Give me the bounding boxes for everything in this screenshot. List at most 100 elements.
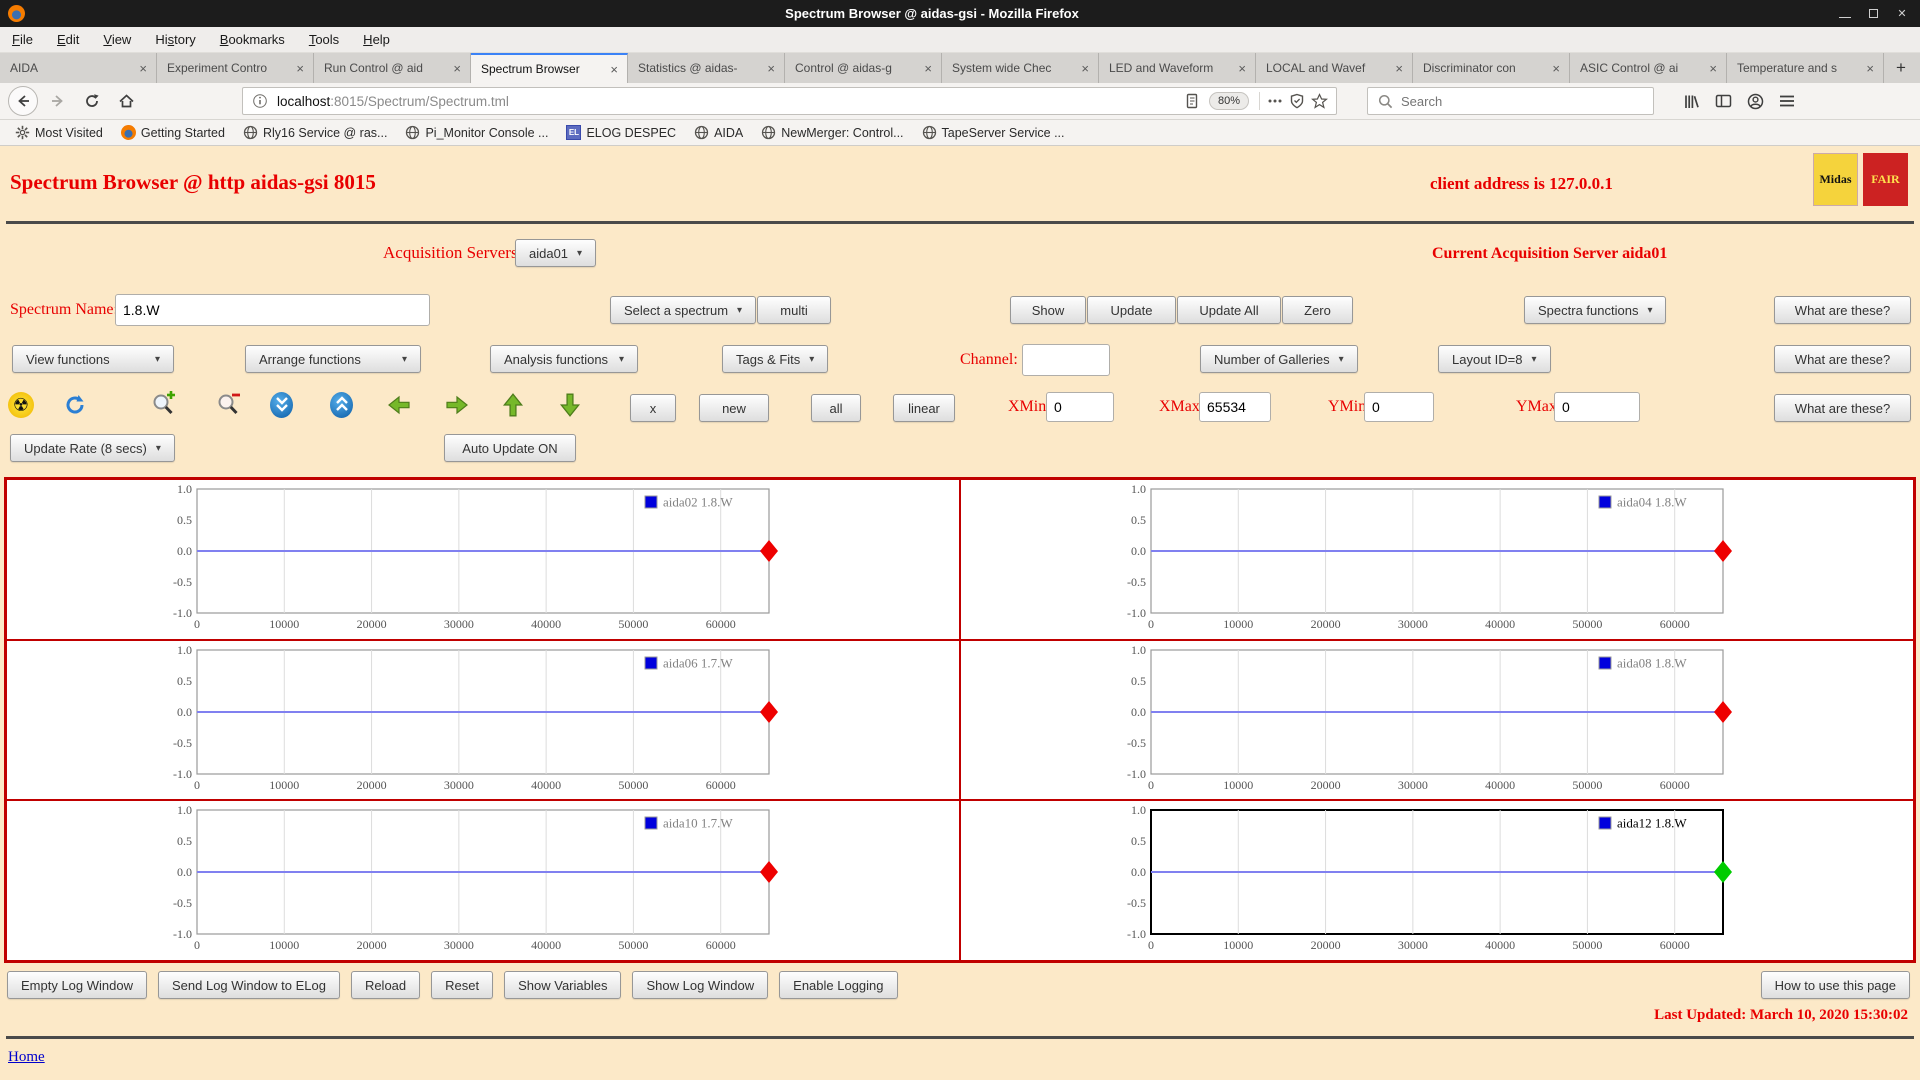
menu-view[interactable]: View — [103, 32, 131, 47]
spectrum-panel-aida04[interactable]: 1.00.50.0-0.5-1.001000020000300004000050… — [960, 479, 1914, 640]
tab-run-control-aid[interactable]: Run Control @ aid — [314, 53, 471, 83]
menu-history[interactable]: History — [155, 32, 195, 47]
scroll-left-icon[interactable] — [385, 393, 413, 417]
tab-system-wide-chec[interactable]: System wide Chec — [942, 53, 1099, 83]
menu-file[interactable]: File — [12, 32, 33, 47]
channel-input[interactable] — [1022, 344, 1110, 376]
ymax-input[interactable] — [1554, 392, 1640, 422]
bookmark-aida[interactable]: AIDA — [687, 123, 750, 142]
reader-mode-icon[interactable] — [1181, 90, 1203, 112]
x-projection-button[interactable]: x — [630, 394, 676, 422]
what-are-these-button-2[interactable]: What are these? — [1774, 345, 1911, 373]
library-icon[interactable] — [1680, 90, 1702, 112]
multi-button[interactable]: multi — [757, 296, 831, 324]
linear-button[interactable]: linear — [893, 394, 955, 422]
tab-close-icon[interactable] — [136, 61, 150, 76]
reload-button[interactable] — [78, 87, 106, 115]
auto-update-button[interactable]: Auto Update ON — [444, 434, 576, 462]
home-button[interactable] — [112, 87, 140, 115]
xmax-input[interactable] — [1199, 392, 1271, 422]
bookmark-newmerger-control[interactable]: NewMerger: Control... — [754, 123, 910, 142]
tab-spectrum-browser[interactable]: Spectrum Browser — [471, 53, 628, 83]
tab-close-icon[interactable] — [921, 61, 935, 76]
send-log-window-to-elog-button[interactable]: Send Log Window to ELog — [158, 971, 340, 999]
menu-help[interactable]: Help — [363, 32, 390, 47]
tab-close-icon[interactable] — [607, 62, 621, 77]
tab-aida[interactable]: AIDA — [0, 53, 157, 83]
reset-button[interactable]: Reset — [431, 971, 493, 999]
shrink-y-icon[interactable] — [270, 392, 293, 418]
hamburger-menu-icon[interactable] — [1776, 90, 1798, 112]
tab-close-icon[interactable] — [1549, 61, 1563, 76]
ymin-input[interactable] — [1364, 392, 1434, 422]
tab-close-icon[interactable] — [764, 61, 778, 76]
view-functions-dropdown[interactable]: View functions — [12, 345, 174, 373]
analysis-functions-dropdown[interactable]: Analysis functions — [490, 345, 638, 373]
tab-asic-control-ai[interactable]: ASIC Control @ ai — [1570, 53, 1727, 83]
zoom-in-icon[interactable] — [150, 390, 178, 418]
spectrum-panel-aida12[interactable]: 1.00.50.0-0.5-1.001000020000300004000050… — [960, 800, 1914, 961]
tab-close-icon[interactable] — [450, 61, 464, 76]
layout-id-dropdown[interactable]: Layout ID=8 — [1438, 345, 1551, 373]
account-icon[interactable] — [1744, 90, 1766, 112]
tab-discriminator-con[interactable]: Discriminator con — [1413, 53, 1570, 83]
tab-temperature-and-s[interactable]: Temperature and s — [1727, 53, 1884, 83]
what-are-these-button-1[interactable]: What are these? — [1774, 296, 1911, 324]
show-variables-button[interactable]: Show Variables — [504, 971, 621, 999]
tab-close-icon[interactable] — [1078, 61, 1092, 76]
zoom-level-indicator[interactable]: 80% — [1209, 92, 1249, 110]
minimize-icon[interactable] — [1839, 10, 1851, 18]
spectrum-panel-aida08[interactable]: 1.00.50.0-0.5-1.001000020000300004000050… — [960, 640, 1914, 801]
new-button[interactable]: new — [699, 394, 769, 422]
bookmark-rly16-service-ras[interactable]: Rly16 Service @ ras... — [236, 123, 395, 142]
sidebars-icon[interactable] — [1712, 90, 1734, 112]
page-actions-icon[interactable] — [1264, 90, 1286, 112]
zoom-out-icon[interactable] — [215, 390, 243, 418]
spectrum-panel-aida10[interactable]: 1.00.50.0-0.5-1.001000020000300004000050… — [6, 800, 960, 961]
bookmark-star-icon[interactable] — [1308, 90, 1330, 112]
spectrum-panel-aida02[interactable]: 1.00.50.0-0.5-1.001000020000300004000050… — [6, 479, 960, 640]
tab-close-icon[interactable] — [1392, 61, 1406, 76]
what-are-these-button-3[interactable]: What are these? — [1774, 394, 1911, 422]
radioactive-icon[interactable]: ☢ — [8, 392, 34, 418]
pocket-shield-icon[interactable] — [1286, 90, 1308, 112]
bookmark-elog-despec[interactable]: ELELOG DESPEC — [559, 123, 683, 142]
update-rate-dropdown[interactable]: Update Rate (8 secs) — [10, 434, 175, 462]
tab-statistics-aidas[interactable]: Statistics @ aidas- — [628, 53, 785, 83]
bookmark-pi-monitor-console[interactable]: Pi_Monitor Console ... — [398, 123, 555, 142]
site-info-icon[interactable] — [249, 90, 271, 112]
all-button[interactable]: all — [811, 394, 861, 422]
bookmark-most-visited[interactable]: Most Visited — [8, 123, 110, 142]
close-icon[interactable]: ✕ — [1896, 8, 1908, 20]
select-a-spectrum-dropdown[interactable]: Select a spectrum — [610, 296, 756, 324]
acquisition-server-select[interactable]: aida01 — [515, 239, 596, 267]
tab-close-icon[interactable] — [1863, 61, 1877, 76]
tab-close-icon[interactable] — [1235, 61, 1249, 76]
forward-button[interactable] — [44, 87, 72, 115]
tab-local-and-wavef[interactable]: LOCAL and Wavef — [1256, 53, 1413, 83]
zero-button[interactable]: Zero — [1282, 296, 1353, 324]
empty-log-window-button[interactable]: Empty Log Window — [7, 971, 147, 999]
new-tab-button[interactable]: + — [1884, 53, 1918, 83]
spectrum-panel-aida06[interactable]: 1.00.50.0-0.5-1.001000020000300004000050… — [6, 640, 960, 801]
refresh-cycle-icon[interactable] — [62, 392, 88, 418]
show-log-window-button[interactable]: Show Log Window — [632, 971, 768, 999]
maximize-icon[interactable] — [1869, 9, 1878, 18]
search-input[interactable] — [1401, 94, 1647, 109]
url-bar[interactable]: localhost:8015/Spectrum/Spectrum.tml 80% — [242, 87, 1337, 115]
reload-button[interactable]: Reload — [351, 971, 420, 999]
update-button[interactable]: Update — [1087, 296, 1176, 324]
search-bar[interactable] — [1367, 87, 1654, 115]
tab-experiment-contro[interactable]: Experiment Contro — [157, 53, 314, 83]
menu-tools[interactable]: Tools — [309, 32, 339, 47]
home-link[interactable]: Home — [8, 1049, 45, 1066]
back-button[interactable] — [8, 86, 38, 116]
xmin-input[interactable] — [1046, 392, 1114, 422]
how-to-use-button[interactable]: How to use this page — [1761, 971, 1910, 999]
tab-close-icon[interactable] — [293, 61, 307, 76]
tab-close-icon[interactable] — [1706, 61, 1720, 76]
spectrum-name-input[interactable] — [115, 294, 430, 326]
scroll-right-icon[interactable] — [443, 393, 471, 417]
number-of-galleries-dropdown[interactable]: Number of Galleries — [1200, 345, 1358, 373]
arrange-functions-dropdown[interactable]: Arrange functions — [245, 345, 421, 373]
